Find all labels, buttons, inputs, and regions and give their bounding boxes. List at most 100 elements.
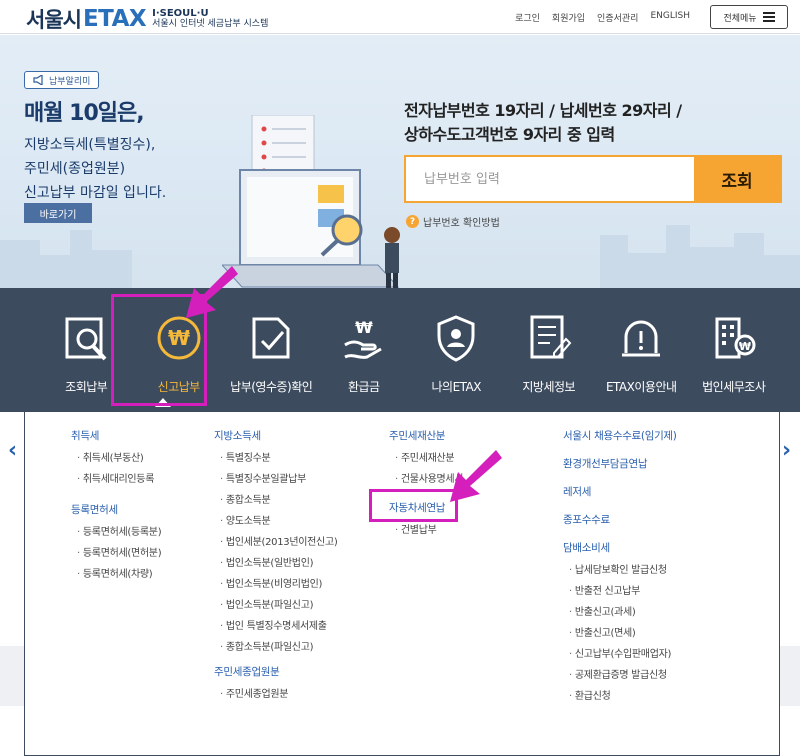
logo-etax: ETAX	[82, 6, 147, 32]
category-registration-tax[interactable]: 등록면허세	[71, 502, 161, 517]
category-tobacco-tax[interactable]: 담배소비세	[563, 540, 677, 555]
nav-label: 신고납부	[157, 380, 201, 394]
category-environment-charge[interactable]: 환경개선부담금연납	[563, 456, 677, 471]
category-local-income-tax[interactable]: 지방소득세	[214, 428, 337, 443]
submenu-column-4: 서울시 채용수수료(임기제) 환경개선부담금연납 레저세 종포수수료 담배소비세…	[563, 428, 677, 707]
arrow-pointer-icon	[186, 266, 238, 318]
hamburger-icon	[762, 12, 775, 22]
nav-label: 법인세무조사	[702, 380, 766, 394]
english-link[interactable]: ENGLISH	[650, 11, 690, 24]
nav-item-local-tax-info[interactable]: 지방세정보	[503, 288, 596, 412]
logo-sub2: 서울시 인터넷 세금납부 시스템	[152, 19, 269, 29]
search-title-line: 상하수도고객번호 9자리 중 입력	[404, 125, 615, 144]
submenu-item[interactable]: 법인소득분(파일신고)	[214, 595, 337, 616]
submenu-item[interactable]: 환급신청	[563, 686, 677, 707]
certificate-link[interactable]: 인증서관리	[597, 11, 638, 24]
login-link[interactable]: 로그인	[515, 11, 540, 24]
user-shield-icon	[430, 312, 482, 364]
svg-text:₩: ₩	[739, 340, 751, 353]
submenu-item[interactable]: 법인소득분(비영리법인)	[214, 574, 337, 595]
payment-search-box: 조회	[404, 155, 782, 203]
submenu-item[interactable]: 등록면허세(등록분)	[71, 522, 162, 543]
submenu-item[interactable]: 반출신고(과세)	[563, 602, 677, 623]
nav-item-etax-guide[interactable]: ETAX이용안내	[595, 288, 688, 412]
submenu-column-2: 지방소득세 특별징수분 특별징수분일괄납부 종합소득분 양도소득분 법인세분(2…	[214, 428, 338, 705]
notice-badge: 납부알리미	[24, 71, 100, 89]
arrow-pointer-icon	[450, 450, 502, 502]
nav-label: ETAX이용안내	[605, 380, 677, 394]
category-resident-tax-property[interactable]: 주민세재산분	[389, 428, 463, 443]
category-leisure-tax[interactable]: 레저세	[563, 484, 677, 499]
submenu-item[interactable]: 등록면허세(면허분)	[71, 543, 162, 564]
logo-subtitle: I·SEOUL·U 서울시 인터넷 세금납부 시스템	[152, 8, 268, 30]
nav-label: 조회납부	[65, 380, 108, 394]
submenu-item[interactable]: 법인소득분(일반법인)	[214, 553, 337, 574]
submenu-item[interactable]: 법인세분(2013년이전신고)	[214, 532, 338, 553]
submenu-item[interactable]: 특별징수분일괄납부	[214, 469, 337, 490]
category-fee[interactable]: 종포수수료	[563, 512, 677, 527]
etax-logo[interactable]: 서울시 ETAX I·SEOUL·U 서울시 인터넷 세금납부 시스템	[26, 4, 268, 34]
utility-links: 로그인 회원가입 인증서관리 ENGLISH	[515, 11, 690, 24]
search-title: 전자납부번호 19자리 / 납세번호 29자리 / 상하수도고객번호 9자리 중…	[404, 99, 682, 147]
won-hand-icon: ₩	[338, 312, 390, 364]
megaphone-icon	[33, 75, 43, 85]
submenu-item[interactable]: 반출신고(면세)	[563, 623, 677, 644]
submenu-column-1: 취득세 취득세(부동산) 취득세대리인등록 등록면허세 등록면허세(등록분) 등…	[71, 428, 162, 585]
hero-title: 매월 10일은,	[24, 101, 145, 126]
submenu-item[interactable]: 주민세종업원분	[214, 684, 337, 705]
nav-label: 나의ETAX	[431, 380, 482, 394]
hero-line: 지방소득세(특별징수),	[24, 137, 156, 153]
hero-line: 주민세(종업원분)	[24, 161, 126, 177]
logo-main: 서울시	[26, 8, 82, 32]
category-resident-tax-employee[interactable]: 주민세종업원분	[214, 664, 337, 679]
main-nav: 조회납부 ₩ 신고납부 납부(영수증)확인 ₩ 환급금 나의ETAX 지방세정보…	[0, 288, 800, 687]
payment-number-input[interactable]	[406, 157, 694, 201]
hero-lines: 지방소득세(특별징수), 주민세(종업원분) 신고납부 마감일 입니다.	[24, 133, 166, 205]
go-button[interactable]: 바로가기	[24, 203, 92, 223]
alert-icon	[615, 312, 667, 364]
nav-item-my-etax[interactable]: 나의ETAX	[410, 288, 503, 412]
header: 서울시 ETAX I·SEOUL·U 서울시 인터넷 세금납부 시스템 로그인 …	[0, 0, 800, 34]
carousel-next-icon[interactable]: ›	[782, 438, 791, 463]
submenu-item[interactable]: 신고납부(수입판매업자)	[563, 644, 677, 665]
submenu-item[interactable]: 법인 특별징수명세서제출	[214, 616, 337, 637]
search-button[interactable]: 조회	[694, 157, 780, 201]
nav-item-inquiry-payment[interactable]: 조회납부	[40, 288, 133, 412]
nav-label: 환급금	[347, 380, 380, 394]
nav-item-refund[interactable]: ₩ 환급금	[318, 288, 411, 412]
laptop-illustration	[222, 115, 400, 288]
help-link[interactable]: ? 납부번호 확인방법	[406, 214, 500, 229]
submenu-item[interactable]: 종합소득분(파일신고)	[214, 637, 337, 658]
signup-link[interactable]: 회원가입	[552, 11, 585, 24]
hero-line: 신고납부 마감일 입니다.	[24, 185, 167, 201]
submenu-item[interactable]: 등록면허세(차량)	[71, 564, 161, 585]
submenu-panel: 취득세 취득세(부동산) 취득세대리인등록 등록면허세 등록면허세(등록분) 등…	[24, 412, 780, 756]
submenu-item[interactable]: 건별납부	[389, 520, 463, 541]
category-recruit-fee[interactable]: 서울시 채용수수료(임기제)	[563, 428, 677, 443]
svg-text:₩: ₩	[168, 326, 190, 350]
svg-text:₩: ₩	[355, 318, 373, 337]
submenu-item[interactable]: 반출전 신고납부	[563, 581, 677, 602]
check-document-icon	[245, 312, 297, 364]
full-menu-button[interactable]: 전체메뉴	[710, 5, 788, 29]
submenu-item[interactable]: 특별징수분	[214, 448, 337, 469]
nav-label: 지방세정보	[522, 380, 576, 394]
nav-item-corporate-audit[interactable]: ₩ 법인세무조사	[688, 288, 781, 412]
submenu-item[interactable]: 취득세(부동산)	[71, 448, 161, 469]
submenu-item[interactable]: 취득세대리인등록	[71, 469, 161, 490]
submenu-item[interactable]: 종합소득분	[214, 490, 337, 511]
submenu-item[interactable]: 공제환급증명 발급신청	[563, 665, 677, 686]
notice-badge-label: 납부알리미	[49, 76, 91, 87]
carousel-prev-icon[interactable]: ‹	[8, 438, 17, 463]
hero-banner: 납부알리미 매월 10일은, 지방소득세(특별징수), 주민세(종업원분) 신고…	[0, 35, 800, 288]
category-acquisition-tax[interactable]: 취득세	[71, 428, 161, 443]
full-menu-label: 전체메뉴	[723, 13, 757, 24]
submenu-item[interactable]: 양도소득분	[214, 511, 337, 532]
search-title-line: 전자납부번호 19자리 / 납세번호 29자리 /	[404, 101, 682, 120]
active-caret	[155, 398, 171, 407]
question-icon: ?	[406, 215, 419, 228]
building-icon: ₩	[708, 312, 760, 364]
search-document-icon	[60, 312, 112, 364]
submenu-item[interactable]: 납세담보확인 발급신청	[563, 560, 677, 581]
nav-label: 납부(영수증)확인	[230, 380, 313, 394]
